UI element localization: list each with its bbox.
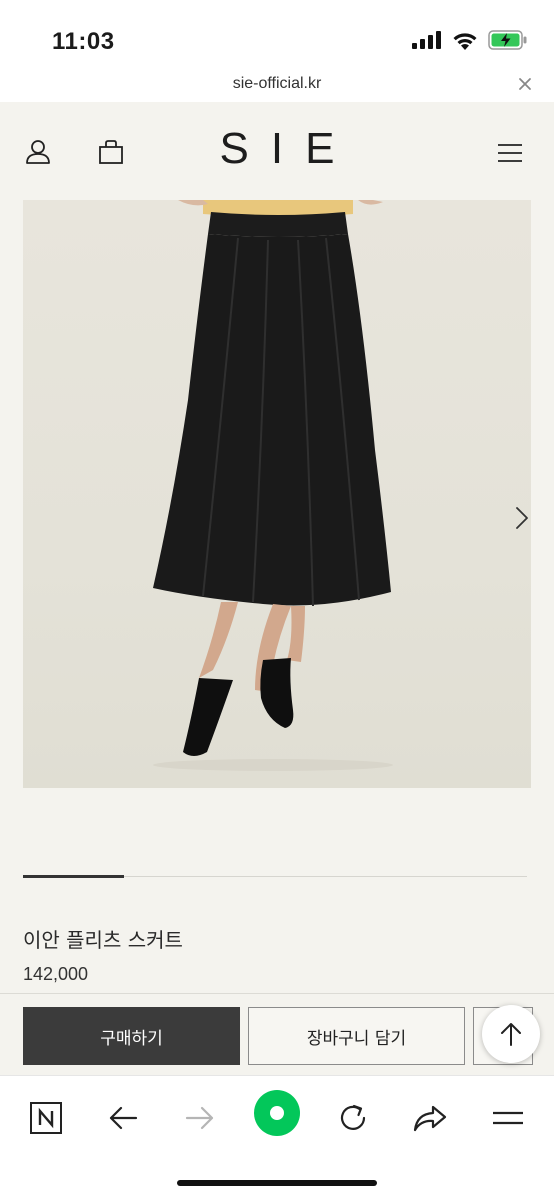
status-bar: 11:03 (0, 0, 554, 72)
arrow-up-icon (501, 1023, 521, 1046)
hamburger-menu-icon[interactable] (497, 142, 523, 164)
home-indicator[interactable] (177, 1180, 377, 1186)
menu-icon (493, 1111, 523, 1125)
add-to-cart-button[interactable]: 장바구니 담기 (248, 1007, 465, 1065)
product-content: 이안 플리츠 스커트 142,000 (0, 200, 554, 993)
naver-n-icon (30, 1102, 62, 1134)
buy-button[interactable]: 구매하기 (23, 1007, 240, 1065)
naver-home-button[interactable] (24, 1096, 68, 1140)
url-bar[interactable]: sie-official.kr (0, 72, 554, 102)
menu-button[interactable] (486, 1096, 530, 1140)
cellular-signal-icon (412, 31, 441, 49)
wifi-icon (453, 32, 477, 50)
skirt-model-illustration (153, 200, 393, 771)
green-dot-button[interactable] (254, 1090, 300, 1136)
forward-arrow-icon (185, 1106, 214, 1130)
site-logo[interactable]: SIE (0, 124, 554, 174)
site-header: SIE (0, 102, 554, 200)
gallery-progress-fill (23, 875, 124, 878)
scroll-to-top-button[interactable] (482, 1005, 540, 1063)
refresh-button[interactable] (331, 1096, 375, 1140)
back-button[interactable] (101, 1096, 145, 1140)
green-dot-icon (270, 1106, 284, 1120)
close-icon[interactable] (518, 77, 532, 91)
battery-charging-icon (488, 30, 527, 50)
status-icons (412, 30, 528, 50)
share-icon (413, 1105, 447, 1132)
status-time: 11:03 (52, 28, 115, 55)
purchase-bar: 구매하기 장바구니 담기 (0, 993, 554, 1075)
url-text[interactable]: sie-official.kr (0, 75, 554, 93)
forward-button[interactable] (178, 1096, 222, 1140)
product-name: 이안 플리츠 스커트 (23, 928, 183, 952)
chevron-right-icon[interactable] (515, 506, 529, 530)
product-price: 142,000 (23, 964, 89, 984)
back-arrow-icon (109, 1106, 138, 1130)
refresh-icon (340, 1104, 366, 1130)
share-button[interactable] (408, 1096, 452, 1140)
product-image[interactable] (23, 200, 531, 788)
